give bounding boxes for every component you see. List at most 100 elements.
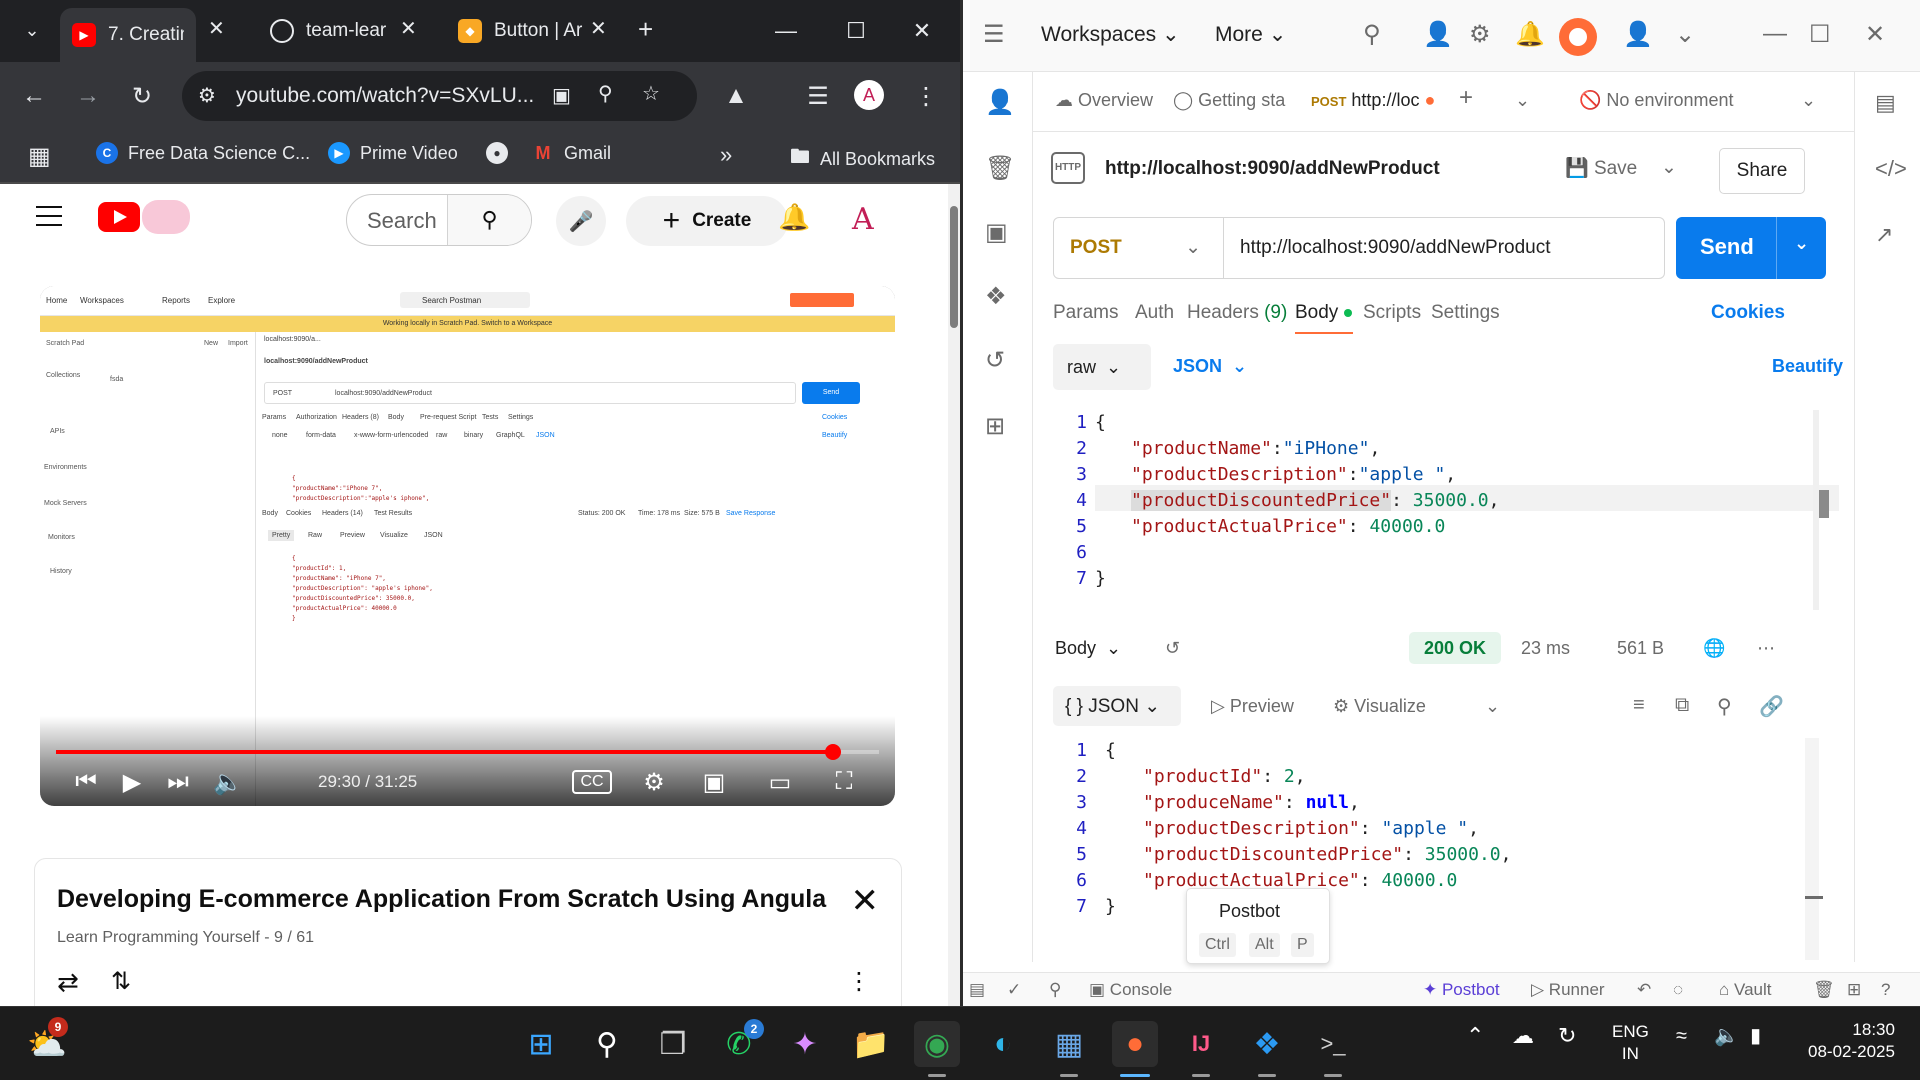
history-icon[interactable]: ↺ — [1165, 638, 1180, 659]
runner-button[interactable]: ▷ Runner — [1531, 980, 1605, 1000]
tab-settings[interactable]: Settings — [1431, 302, 1500, 324]
shuffle-icon[interactable]: ⇅ — [111, 967, 131, 996]
help-icon[interactable]: ? — [1881, 980, 1890, 1000]
account-icon[interactable]: 👤 — [1623, 20, 1653, 49]
address-bar[interactable]: ⚙ youtube.com/watch?v=SXvLU... ▣ ⚲ ☆ — [182, 71, 697, 121]
wifi-icon[interactable]: ≈ — [1676, 1025, 1687, 1047]
close-window-icon[interactable]: ✕ — [894, 0, 950, 62]
preview-tab[interactable]: ▷ Preview — [1211, 696, 1294, 717]
account-icon[interactable]: 👤 — [985, 88, 1015, 117]
close-window-icon[interactable]: ✕ — [1865, 20, 1885, 49]
chevron-down-icon[interactable]: ⌄ — [1801, 90, 1816, 111]
bookmark-free-data-science[interactable]: C Free Data Science C... — [96, 142, 310, 164]
trash-icon[interactable]: 🗑 — [1813, 980, 1835, 1000]
bookmark-globe[interactable]: ● — [486, 142, 518, 164]
trash-icon[interactable]: 🗑 — [985, 154, 1015, 183]
search-input[interactable]: Search — [367, 208, 437, 234]
console-button[interactable]: ▣ Console — [1089, 980, 1172, 1000]
miniplayer-icon[interactable]: ▣ — [696, 764, 732, 800]
tab-search-icon[interactable]: ⌄ — [14, 12, 50, 48]
vscode-icon[interactable]: ❖ — [1244, 1021, 1290, 1067]
sync-icon[interactable]: ↻ — [1558, 1025, 1576, 1047]
response-format-select[interactable]: { } JSON ⌄ — [1053, 686, 1181, 726]
documentation-icon[interactable]: ▤ — [1875, 90, 1896, 116]
tab-headers[interactable]: Headers (9) — [1187, 302, 1287, 324]
chevron-down-icon[interactable]: ⌄ — [1794, 233, 1809, 254]
progress-bar[interactable] — [56, 744, 879, 760]
scrubber-handle[interactable] — [824, 744, 841, 760]
settings-gear-icon[interactable]: ⚙ — [1469, 20, 1491, 49]
maximize-icon[interactable]: ☐ — [828, 0, 884, 62]
clock[interactable]: 18:30 08-02-2025 — [1808, 1019, 1895, 1063]
site-info-icon[interactable]: ⚙ — [198, 83, 216, 108]
extensions-icon[interactable]: ▲ — [718, 78, 754, 114]
youtube-logo[interactable] — [98, 202, 140, 232]
bookmark-prime-video[interactable]: ▶ Prime Video — [328, 142, 458, 164]
invite-user-icon[interactable]: 👤 — [1423, 20, 1453, 49]
url-input[interactable]: http://localhost:9090/addNewProduct — [1240, 237, 1551, 259]
captions-icon[interactable]: CC — [572, 770, 612, 794]
chevron-down-icon[interactable]: ⌄ — [1515, 90, 1530, 111]
copy-icon[interactable]: ⧉ — [1675, 694, 1689, 717]
tab-auth[interactable]: Auth — [1135, 302, 1174, 324]
file-explorer-icon[interactable]: 📁 — [848, 1021, 894, 1067]
tab-body[interactable]: Body — [1295, 302, 1353, 324]
find-icon[interactable]: ⚲ — [1049, 980, 1061, 1000]
visualize-tab[interactable]: ⚙ Visualize — [1333, 696, 1426, 717]
more-options-icon[interactable]: ⋮ — [847, 967, 871, 996]
history-icon[interactable]: ↺ — [985, 346, 1005, 375]
body-mode-select[interactable]: raw ⌄ — [1053, 344, 1151, 390]
youtube-search-box[interactable]: Search ⚲ — [346, 194, 532, 246]
playlist-channel[interactable]: Learn Programming Yourself — [57, 929, 260, 946]
minimize-icon[interactable]: — — [1763, 20, 1787, 48]
add-tab-icon[interactable]: + — [1459, 84, 1473, 112]
intellij-icon[interactable]: IJ — [1178, 1021, 1224, 1067]
settings-gear-icon[interactable]: ⚙ — [636, 764, 672, 800]
start-icon[interactable]: ⊞ — [518, 1021, 564, 1067]
save-button[interactable]: 💾 Save — [1565, 156, 1637, 180]
microphone-icon[interactable]: 🎤 — [556, 196, 606, 246]
install-app-icon[interactable]: ▣ — [552, 83, 571, 108]
cookies-link[interactable]: Cookies — [1711, 302, 1785, 324]
playlist-title[interactable]: Developing E-commerce Application From S… — [57, 885, 827, 914]
chrome-icon[interactable]: ◉ — [914, 1021, 960, 1067]
theater-mode-icon[interactable]: ▭ — [760, 764, 800, 800]
environment-selector[interactable]: 🚫 No environment — [1579, 90, 1734, 111]
chevron-down-icon[interactable]: ⌄ — [1675, 20, 1695, 49]
search-icon[interactable]: ⚲ — [447, 195, 531, 245]
response-size[interactable]: 561 B — [1617, 638, 1664, 659]
request-title[interactable]: http://localhost:9090/addNewProduct — [1105, 158, 1440, 180]
search-icon[interactable]: ⚲ — [1363, 20, 1381, 49]
previous-icon[interactable]: ⏮ — [68, 764, 104, 800]
chevron-down-icon[interactable]: ⌄ — [1661, 156, 1677, 179]
browser-tab-github[interactable]: team-lear — [258, 8, 418, 54]
link-icon[interactable]: 🔗 — [1759, 694, 1784, 719]
tab-params[interactable]: Params — [1053, 302, 1118, 324]
postbot-button[interactable]: ✦ Postbot — [1423, 980, 1500, 1000]
notifications-bell-icon[interactable]: 🔔 — [1515, 20, 1545, 49]
method-select[interactable]: POST ⌄ — [1054, 218, 1224, 278]
all-bookmarks-folder[interactable]: 🖿 All Bookmarks — [790, 142, 935, 176]
edge-icon[interactable]: ◐ — [980, 1021, 1026, 1067]
terminal-icon[interactable]: >_ — [1310, 1021, 1356, 1067]
language-indicator[interactable]: ENG IN — [1612, 1021, 1649, 1065]
environments-icon[interactable]: ▣ — [985, 218, 1008, 247]
more-menu[interactable]: More ⌄ — [1215, 22, 1286, 47]
more-options-icon[interactable]: ⋯ — [1757, 638, 1775, 659]
response-scrollbar-thumb[interactable] — [1805, 896, 1823, 899]
vault-button[interactable]: ⌂ Vault — [1719, 980, 1772, 1000]
menu-kebab-icon[interactable]: ⋮ — [908, 78, 944, 114]
response-body-viewer[interactable]: 1 { 2 "productId": 2, 3 "produceName": n… — [1047, 738, 1843, 918]
maximize-icon[interactable]: ☐ — [1809, 20, 1831, 49]
tab-active-request[interactable]: POST http://loc ● — [1311, 90, 1435, 111]
task-view-icon[interactable]: ❐ — [650, 1021, 696, 1067]
add-widgets-icon[interactable]: ⊞ — [985, 412, 1005, 441]
volume-icon[interactable]: 🔈 — [1714, 1025, 1739, 1047]
star-icon[interactable]: ☆ — [642, 81, 660, 106]
layout-icon[interactable]: ⊞ — [1847, 980, 1861, 1000]
fullscreen-icon[interactable]: ⛶ — [826, 764, 862, 800]
close-icon[interactable]: ✕ — [590, 16, 607, 41]
status-badge[interactable]: 200 OK — [1409, 632, 1501, 664]
browser-tab-youtube[interactable]: ▶ 7. Creating — [60, 8, 196, 62]
forward-icon[interactable]: → — [70, 78, 106, 114]
